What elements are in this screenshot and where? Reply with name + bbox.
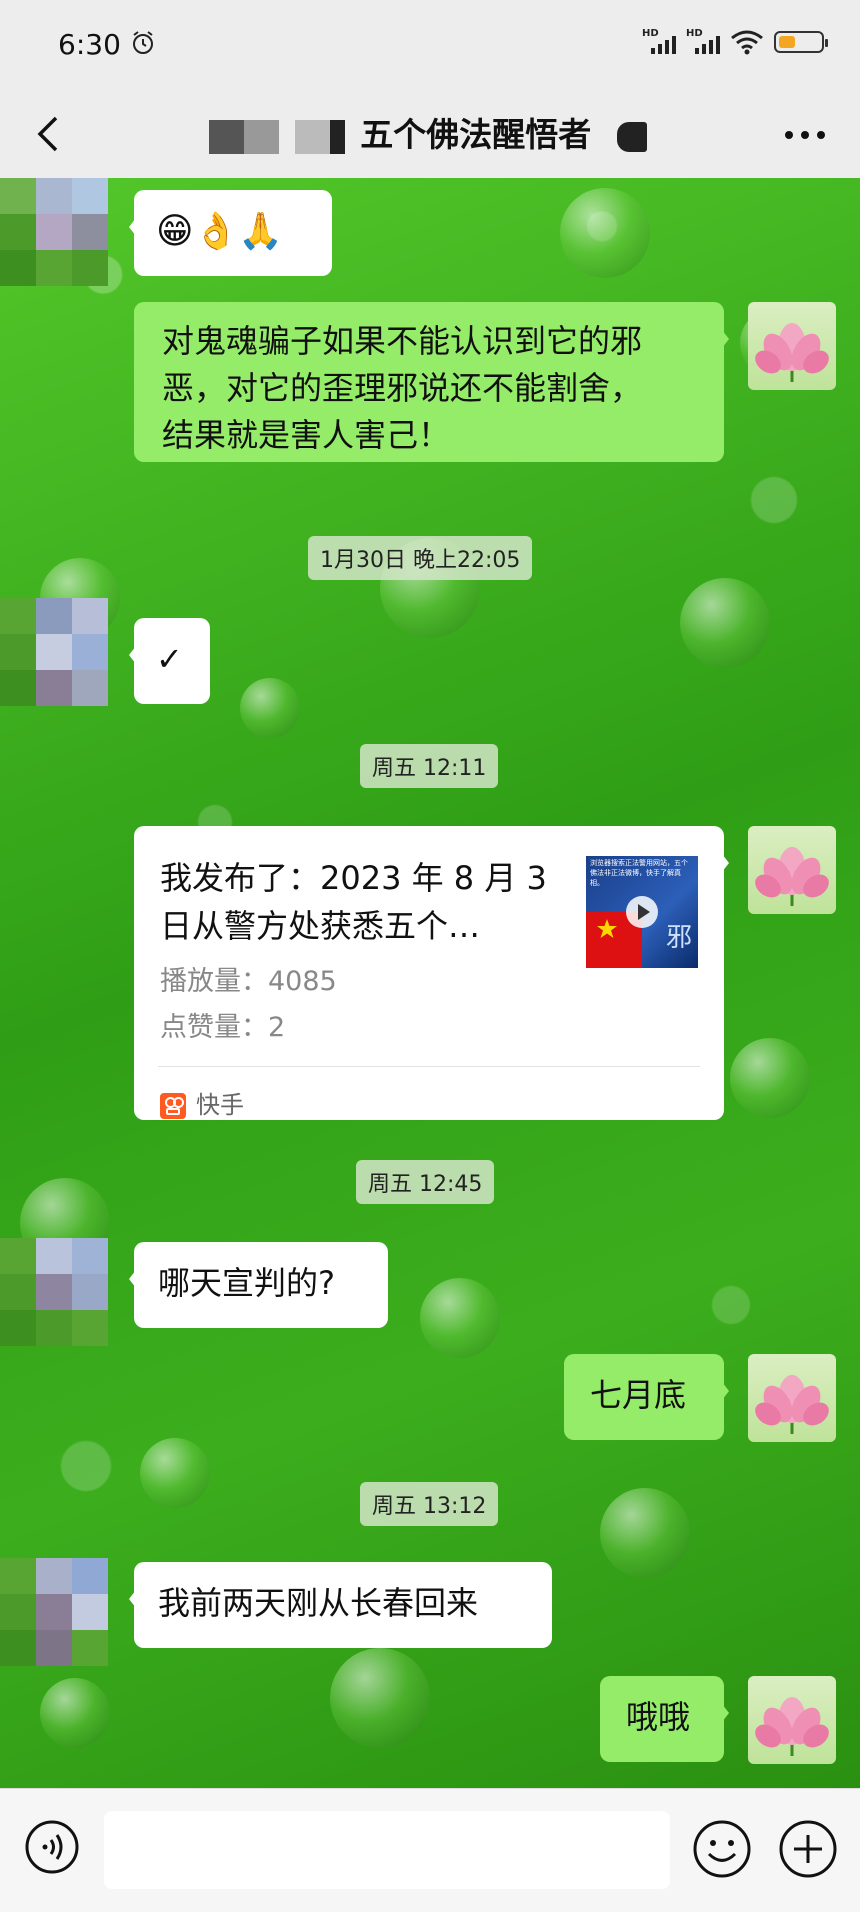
status-bar: 6:30 HD HD bbox=[0, 0, 860, 90]
message-bubble-incoming[interactable]: 我前两天刚从长春回来 bbox=[129, 1562, 552, 1648]
message-bubble-incoming[interactable]: 😁👌🙏 bbox=[129, 190, 332, 276]
timestamp: 周五 12:11 bbox=[360, 744, 499, 788]
water-drop bbox=[560, 188, 650, 278]
battery-fill bbox=[779, 36, 795, 48]
plus-icon[interactable] bbox=[778, 1819, 838, 1879]
more-horizontal-icon[interactable] bbox=[780, 120, 830, 150]
message-bubble-outgoing[interactable]: 七月底 bbox=[564, 1354, 729, 1440]
link-source: 快手 bbox=[160, 1082, 244, 1129]
my-avatar[interactable] bbox=[748, 1354, 836, 1442]
alarm-icon bbox=[133, 31, 153, 54]
status-time: 6:30 bbox=[58, 28, 121, 61]
redacted-block bbox=[294, 119, 345, 154]
contact-avatar[interactable] bbox=[0, 1558, 110, 1666]
redacted-block bbox=[616, 121, 647, 152]
lotus-icon bbox=[755, 847, 829, 906]
link-source-label: 快手 bbox=[196, 1091, 244, 1119]
message-text: 我前两天刚从长春回来 bbox=[158, 1584, 479, 1622]
message-bubble-outgoing[interactable]: 哦哦 bbox=[600, 1676, 729, 1762]
my-avatar[interactable] bbox=[748, 1676, 836, 1764]
chat-title: 五个佛法醒悟者 bbox=[0, 108, 860, 156]
water-drop bbox=[140, 1438, 210, 1508]
link-card-title: 我发布了：2023 年 8 月 3 日从警方处获悉五个… bbox=[160, 859, 547, 945]
timestamp: 周五 13:12 bbox=[360, 1482, 499, 1526]
message-text: 七月底 bbox=[590, 1376, 687, 1414]
wifi-icon bbox=[731, 30, 763, 55]
water-drop bbox=[730, 1038, 810, 1118]
message-text: 哦哦 bbox=[626, 1698, 691, 1736]
thumbnail-caption: 浏览器搜索正法警用网站，五个佛法非正法微博，快手了解真相。 bbox=[590, 859, 688, 887]
voice-icon[interactable] bbox=[24, 1819, 80, 1875]
message-bubble-incoming[interactable]: 哪天宣判的? bbox=[129, 1242, 388, 1328]
link-card[interactable]: 我发布了：2023 年 8 月 3 日从警方处获悉五个… 播放量：4085 点赞… bbox=[134, 826, 729, 1120]
timestamp: 1月30日 晚上22:05 bbox=[308, 536, 533, 580]
message-text: 😁👌🙏 bbox=[156, 211, 284, 252]
input-bar bbox=[0, 1788, 860, 1912]
play-button-icon[interactable] bbox=[626, 896, 658, 928]
water-drop bbox=[40, 1678, 110, 1748]
message-input[interactable] bbox=[104, 1811, 670, 1889]
contact-avatar[interactable] bbox=[0, 178, 110, 286]
message-bubble-outgoing[interactable]: 对鬼魂骗子如果不能认识到它的邪 恶，对它的歪理邪说还不能割舍， 结果就是害人害己… bbox=[134, 302, 729, 462]
timestamp: 周五 12:45 bbox=[356, 1160, 495, 1204]
star-icon bbox=[597, 919, 617, 938]
message-text: ✓ bbox=[156, 640, 183, 678]
water-drop bbox=[680, 578, 770, 668]
like-count: 点赞量：2 bbox=[160, 1012, 286, 1043]
thumbnail-mark: 邪 bbox=[665, 923, 692, 953]
play-count: 播放量：4085 bbox=[160, 966, 337, 997]
status-indicators: HD HD bbox=[642, 28, 828, 56]
lotus-icon bbox=[755, 1375, 829, 1434]
battery-icon bbox=[774, 31, 828, 53]
card-divider bbox=[158, 1066, 700, 1067]
message-line: 结果就是害人害己！ bbox=[162, 416, 451, 454]
water-drop bbox=[240, 678, 300, 738]
signal-icon: HD bbox=[642, 28, 676, 56]
water-drop bbox=[420, 1278, 500, 1358]
chat-header: 五个佛法醒悟者 bbox=[0, 90, 860, 178]
message-line: 恶，对它的歪理邪说还不能割舍， bbox=[162, 369, 643, 407]
my-avatar[interactable] bbox=[748, 302, 836, 390]
message-line: 对鬼魂骗子如果不能认识到它的邪 bbox=[162, 322, 643, 360]
redacted-block bbox=[209, 119, 280, 154]
message-text: 哪天宣判的? bbox=[158, 1264, 335, 1302]
water-drop bbox=[600, 1488, 690, 1578]
contact-avatar[interactable] bbox=[0, 1238, 110, 1346]
my-avatar[interactable] bbox=[748, 826, 836, 914]
water-drop bbox=[330, 1648, 430, 1748]
kuaishou-icon bbox=[160, 1092, 186, 1119]
lotus-icon bbox=[755, 1697, 829, 1756]
contact-avatar[interactable] bbox=[0, 598, 110, 706]
message-bubble-incoming[interactable]: ✓ bbox=[129, 618, 210, 704]
video-thumbnail[interactable]: 浏览器搜索正法警用网站，五个佛法非正法微博，快手了解真相。 邪 bbox=[586, 856, 698, 968]
signal-icon-2: HD bbox=[686, 28, 720, 56]
emoji-icon[interactable] bbox=[692, 1819, 752, 1879]
chat-title-text: 五个佛法醒悟者 bbox=[360, 115, 592, 154]
lotus-icon bbox=[755, 323, 829, 382]
chat-area[interactable]: 😁👌🙏 对鬼魂骗子如果不能认识到它的邪 恶，对它的歪理邪说还不能割舍， 结果就是… bbox=[0, 178, 860, 1788]
